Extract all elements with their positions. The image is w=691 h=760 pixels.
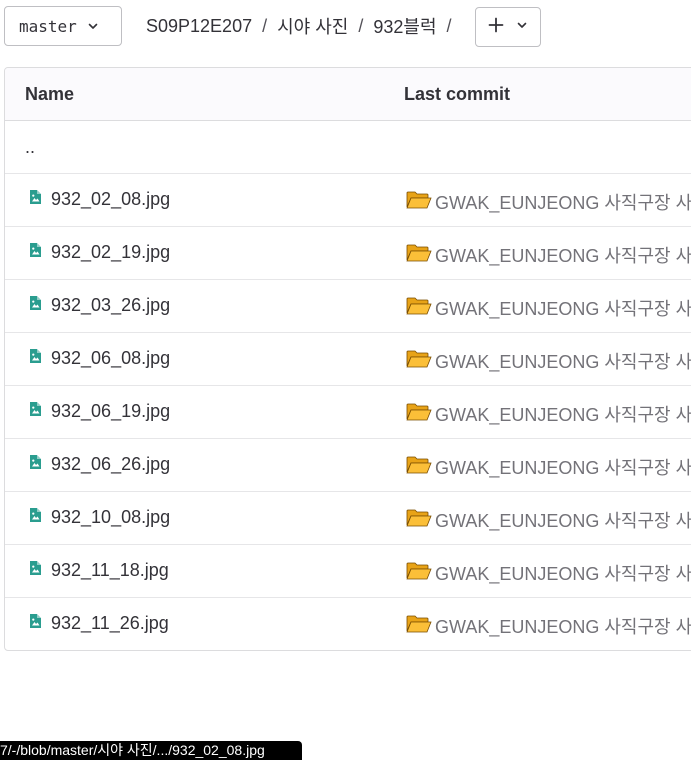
link-status-tooltip: 7/-/blob/master/시야 사진/.../932_02_08.jpg bbox=[0, 741, 302, 760]
image-file-icon bbox=[27, 242, 43, 263]
commit-link[interactable]: GWAK_EUNJEONG 사직구장 사 bbox=[406, 242, 691, 268]
file-name: 932_11_26.jpg bbox=[51, 613, 169, 633]
file-link[interactable]: 932_10_08.jpg bbox=[27, 507, 170, 528]
image-file-icon bbox=[27, 348, 43, 369]
image-file-icon bbox=[27, 295, 43, 316]
parent-directory-row[interactable]: .. bbox=[5, 121, 691, 174]
image-file-icon bbox=[27, 189, 43, 210]
folder-icon bbox=[406, 561, 432, 586]
column-header-name: Name bbox=[25, 84, 75, 104]
commit-link[interactable]: GWAK_EUNJEONG 사직구장 사 bbox=[406, 295, 691, 321]
commit-link[interactable]: GWAK_EUNJEONG 사직구장 사 bbox=[406, 189, 691, 215]
file-link[interactable]: 932_11_26.jpg bbox=[27, 613, 169, 634]
table-row[interactable]: 932_06_26.jpg GWAK_EUNJEONG 사직구장 사 bbox=[5, 439, 691, 492]
add-to-tree-button[interactable] bbox=[475, 7, 541, 47]
file-link[interactable]: 932_06_08.jpg bbox=[27, 348, 170, 369]
folder-icon bbox=[406, 614, 432, 639]
image-file-icon bbox=[27, 613, 43, 634]
image-file-icon bbox=[27, 454, 43, 475]
table-row[interactable]: 932_06_08.jpg GWAK_EUNJEONG 사직구장 사 bbox=[5, 333, 691, 386]
breadcrumb-item-subfolder[interactable]: 932블럭 bbox=[373, 13, 436, 39]
commit-message: GWAK_EUNJEONG 사직구장 사 bbox=[435, 352, 691, 372]
table-row[interactable]: 932_11_18.jpg GWAK_EUNJEONG 사직구장 사 bbox=[5, 545, 691, 598]
table-row[interactable]: 932_03_26.jpg GWAK_EUNJEONG 사직구장 사 bbox=[5, 280, 691, 333]
commit-link[interactable]: GWAK_EUNJEONG 사직구장 사 bbox=[406, 454, 691, 480]
image-file-icon bbox=[27, 560, 43, 581]
file-name: 932_03_26.jpg bbox=[51, 295, 171, 315]
table-row[interactable]: 932_10_08.jpg GWAK_EUNJEONG 사직구장 사 bbox=[5, 492, 691, 545]
plus-icon bbox=[488, 17, 504, 38]
file-name: 932_06_26.jpg bbox=[51, 454, 171, 474]
commit-link[interactable]: GWAK_EUNJEONG 사직구장 사 bbox=[406, 507, 691, 533]
table-row[interactable]: 932_11_26.jpg GWAK_EUNJEONG 사직구장 사 bbox=[5, 598, 691, 650]
file-tree-table: Name Last commit .. 932_02_08.jpg GWAK_E… bbox=[4, 67, 691, 651]
breadcrumb-item-project[interactable]: S09P12E207 bbox=[146, 16, 252, 37]
table-row[interactable]: 932_02_08.jpg GWAK_EUNJEONG 사직구장 사 bbox=[5, 174, 691, 227]
file-link[interactable]: 932_06_19.jpg bbox=[27, 401, 170, 422]
folder-icon bbox=[406, 296, 432, 321]
commit-message: GWAK_EUNJEONG 사직구장 사 bbox=[435, 564, 691, 584]
folder-icon bbox=[406, 455, 432, 480]
folder-icon bbox=[406, 402, 432, 427]
file-name: 932_06_19.jpg bbox=[51, 401, 171, 421]
commit-link[interactable]: GWAK_EUNJEONG 사직구장 사 bbox=[406, 613, 691, 639]
table-row[interactable]: 932_06_19.jpg GWAK_EUNJEONG 사직구장 사 bbox=[5, 386, 691, 439]
file-link[interactable]: 932_03_26.jpg bbox=[27, 295, 170, 316]
column-header-last-commit: Last commit bbox=[404, 84, 511, 104]
commit-message: GWAK_EUNJEONG 사직구장 사 bbox=[435, 458, 691, 478]
commit-message: GWAK_EUNJEONG 사직구장 사 bbox=[435, 299, 691, 319]
table-row[interactable]: 932_02_19.jpg GWAK_EUNJEONG 사직구장 사 bbox=[5, 227, 691, 280]
commit-link[interactable]: GWAK_EUNJEONG 사직구장 사 bbox=[406, 401, 691, 427]
file-name: 932_11_18.jpg bbox=[51, 560, 169, 580]
parent-directory-link[interactable]: .. bbox=[25, 137, 35, 158]
breadcrumb-separator: / bbox=[446, 15, 452, 36]
folder-icon bbox=[406, 190, 432, 215]
file-rows: 932_02_08.jpg GWAK_EUNJEONG 사직구장 사 932_0… bbox=[5, 174, 691, 650]
folder-icon bbox=[406, 349, 432, 374]
folder-icon bbox=[406, 508, 432, 533]
file-name: 932_10_08.jpg bbox=[51, 507, 171, 527]
chevron-down-icon bbox=[87, 20, 99, 32]
file-link[interactable]: 932_11_18.jpg bbox=[27, 560, 169, 581]
commit-message: GWAK_EUNJEONG 사직구장 사 bbox=[435, 193, 691, 213]
file-name: 932_06_08.jpg bbox=[51, 348, 171, 368]
file-name: 932_02_08.jpg bbox=[51, 189, 171, 209]
commit-link[interactable]: GWAK_EUNJEONG 사직구장 사 bbox=[406, 560, 691, 586]
folder-icon bbox=[406, 243, 432, 268]
breadcrumb-separator: / bbox=[358, 15, 364, 36]
commit-message: GWAK_EUNJEONG 사직구장 사 bbox=[435, 511, 691, 531]
image-file-icon bbox=[27, 507, 43, 528]
repository-toolbar: master S09P12E207 / 시야 사진 / 932블럭 / bbox=[0, 0, 691, 52]
breadcrumb-separator: / bbox=[262, 15, 268, 36]
commit-message: GWAK_EUNJEONG 사직구장 사 bbox=[435, 617, 691, 637]
branch-label: master bbox=[19, 16, 77, 36]
breadcrumb: S09P12E207 / 시야 사진 / 932블럭 / bbox=[146, 13, 462, 39]
image-file-icon bbox=[27, 401, 43, 422]
chevron-down-icon bbox=[516, 18, 528, 36]
file-link[interactable]: 932_02_08.jpg bbox=[27, 189, 170, 210]
commit-message: GWAK_EUNJEONG 사직구장 사 bbox=[435, 405, 691, 425]
branch-selector-button[interactable]: master bbox=[4, 6, 122, 46]
commit-message: GWAK_EUNJEONG 사직구장 사 bbox=[435, 246, 691, 266]
table-header: Name Last commit bbox=[5, 68, 691, 121]
breadcrumb-item-folder[interactable]: 시야 사진 bbox=[277, 13, 348, 39]
file-link[interactable]: 932_06_26.jpg bbox=[27, 454, 170, 475]
commit-link[interactable]: GWAK_EUNJEONG 사직구장 사 bbox=[406, 348, 691, 374]
file-name: 932_02_19.jpg bbox=[51, 242, 171, 262]
file-link[interactable]: 932_02_19.jpg bbox=[27, 242, 170, 263]
